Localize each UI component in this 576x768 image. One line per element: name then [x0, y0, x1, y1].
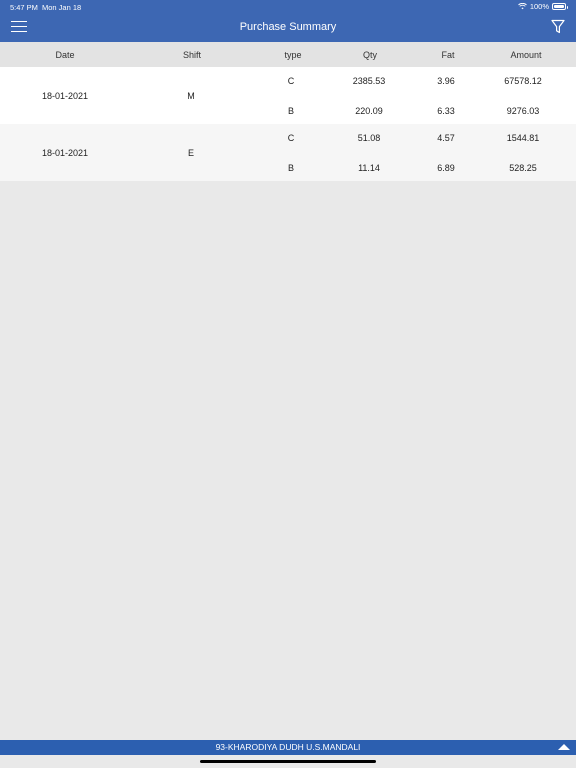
status-date: Mon Jan 18	[42, 3, 82, 12]
column-header-fat: Fat	[441, 50, 455, 60]
row-fat: 3.96	[437, 76, 455, 86]
row-amount: 67578.12	[504, 76, 542, 86]
wifi-icon	[517, 3, 527, 10]
row-date: 18-01-2021	[41, 148, 89, 158]
row-shift: M	[187, 91, 195, 101]
status-time: 5:47 PM	[10, 3, 38, 12]
row-type: B	[287, 163, 295, 173]
row-amount: 9276.03	[506, 106, 540, 116]
column-header-qty: Qty	[362, 50, 378, 60]
page-title: Purchase Summary	[239, 21, 337, 33]
column-header-shift: Shift	[182, 50, 202, 60]
row-fat: 6.33	[437, 106, 455, 116]
battery-icon	[552, 3, 568, 10]
row-qty: 220.09	[355, 106, 383, 116]
row-fat: 6.89	[437, 163, 455, 173]
table-header: Date Shift type Qty Fat Amount	[0, 42, 576, 67]
row-type: B	[287, 106, 295, 116]
table-row[interactable]: 18-01-2021 E C 51.08 4.57 1544.81 B 11.1…	[0, 124, 576, 181]
status-indicators: 100%	[517, 2, 568, 11]
table-row[interactable]: 18-01-2021 M C 2385.53 3.96 67578.12 B 2…	[0, 67, 576, 124]
column-header-date: Date	[55, 50, 75, 60]
row-qty: 51.08	[357, 133, 381, 143]
filter-icon[interactable]	[551, 19, 565, 34]
row-amount: 528.25	[509, 163, 537, 173]
row-qty: 11.14	[358, 163, 380, 173]
footer-bar: 93-KHARODIYA DUDH U.S.MANDALI	[0, 740, 576, 755]
chevron-up-icon[interactable]	[558, 744, 570, 750]
column-header-type: type	[284, 50, 302, 60]
row-amount: 1544.81	[506, 133, 540, 143]
row-shift: E	[187, 148, 195, 158]
row-fat: 4.57	[437, 133, 455, 143]
row-qty: 2385.53	[352, 76, 386, 86]
row-type: C	[287, 133, 295, 143]
row-type: C	[287, 76, 295, 86]
column-header-amount: Amount	[510, 50, 542, 60]
footer-society-name: 93-KHARODIYA DUDH U.S.MANDALI	[215, 742, 361, 752]
home-indicator	[200, 760, 376, 763]
navigation-bar: 5:47 PM Mon Jan 18 100% Purchase Summary	[0, 0, 576, 42]
battery-percent: 100%	[529, 2, 549, 11]
row-date: 18-01-2021	[41, 91, 89, 101]
